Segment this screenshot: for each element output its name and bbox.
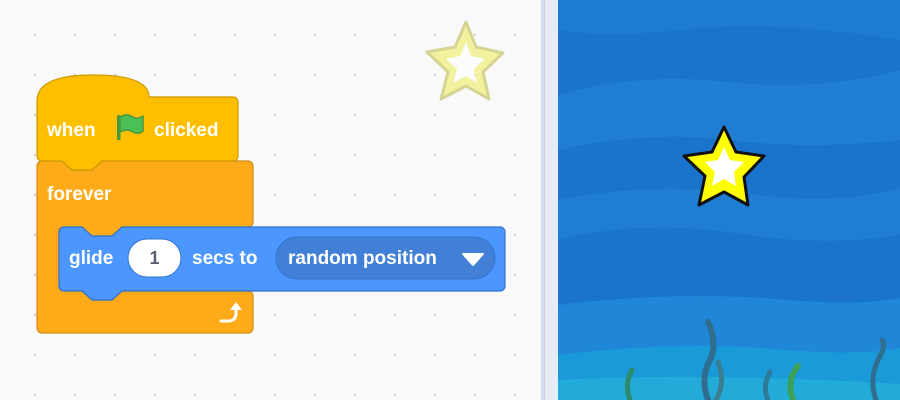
hat-prefix-label: when <box>46 120 96 141</box>
target-dropdown-label: random position <box>288 248 437 269</box>
hat-suffix-label: clicked <box>154 120 218 141</box>
target-dropdown[interactable]: random position <box>275 236 496 280</box>
glide-label: glide <box>69 248 113 269</box>
script-canvas: forever when clicked glide 1 secs to ran… <box>36 20 506 334</box>
when-flag-clicked-block[interactable]: when clicked <box>36 74 239 171</box>
forever-label: forever <box>47 184 112 205</box>
stage-frame-border <box>544 0 559 400</box>
star-sprite-ghost-icon <box>425 20 505 101</box>
stage[interactable] <box>558 0 900 400</box>
secs-input[interactable]: 1 <box>127 238 182 278</box>
secs-value: 1 <box>149 248 159 268</box>
glide-block[interactable]: glide 1 secs to random position <box>58 226 506 301</box>
stage-backdrop <box>558 0 900 400</box>
secs-to-label: secs to <box>192 248 257 269</box>
code-workspace[interactable]: forever when clicked glide 1 secs to ran… <box>0 0 543 400</box>
